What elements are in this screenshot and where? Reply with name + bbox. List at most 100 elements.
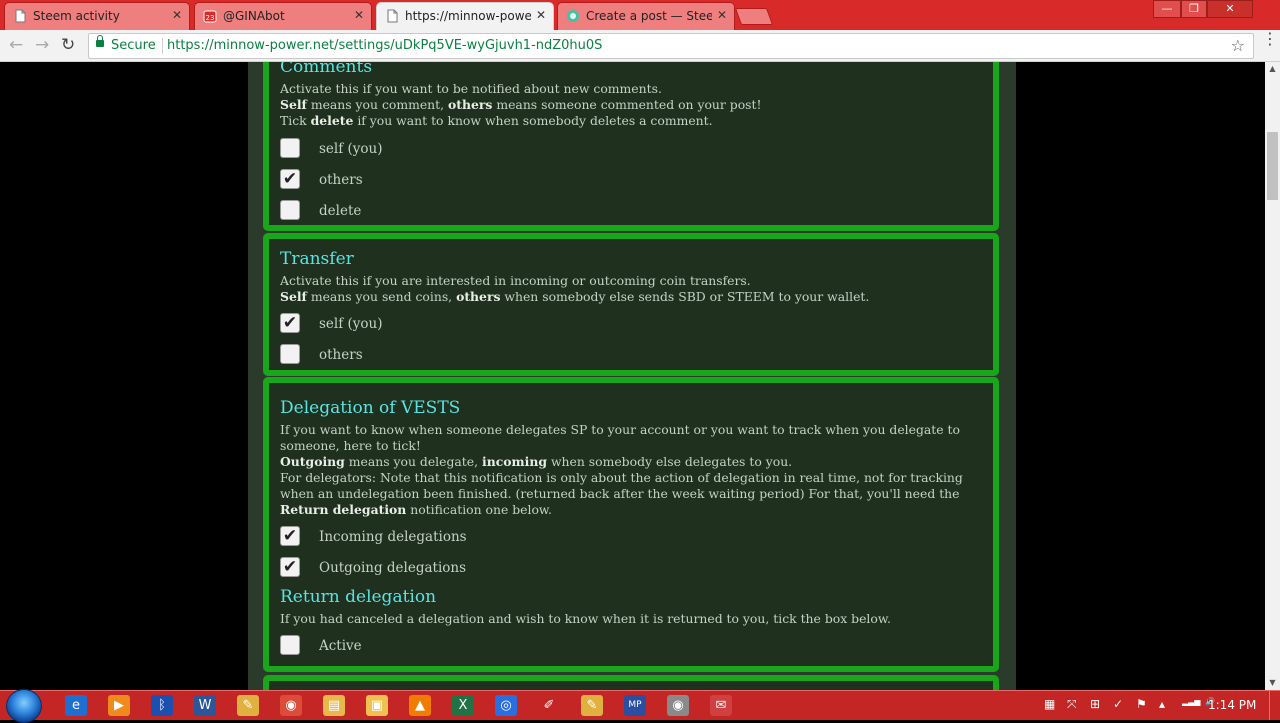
system-clock[interactable]: 1:14 PM: [1208, 698, 1256, 712]
transfer-self-checkbox[interactable]: ✔: [280, 313, 300, 333]
close-tab-icon[interactable]: ✕: [354, 8, 364, 22]
svg-text:23: 23: [206, 14, 215, 22]
network-signal-icon[interactable]: ▂▃▅: [1182, 697, 1200, 706]
transfer-others-label: others: [319, 347, 363, 363]
transfer-title: Transfer: [280, 249, 354, 269]
delegation-title: Delegation of VESTS: [280, 398, 461, 418]
tab-title: https://minnow-power.n: [405, 9, 531, 23]
mp-icon[interactable]: MP: [624, 695, 646, 716]
tab-strip: Steem activity ✕ 23 @GINAbot ✕ https://m…: [0, 0, 1280, 30]
minimize-button[interactable]: —: [1153, 0, 1181, 18]
back-arrow-icon[interactable]: ←: [9, 36, 23, 54]
comments-delete-label: delete: [319, 203, 362, 219]
tab-create-post-steemit[interactable]: Create a post — Steemit ✕: [557, 2, 735, 30]
comments-delete-checkbox[interactable]: [280, 200, 300, 220]
incoming-delegations-checkbox[interactable]: ✔: [280, 526, 300, 546]
address-bar[interactable]: Secure https://minnow-power.net/settings…: [88, 33, 1254, 59]
comments-card: Comments Activate this if you want to be…: [263, 62, 999, 231]
return-delegation-title: Return delegation: [280, 587, 437, 607]
transfer-card: Transfer Activate this if you are intere…: [263, 233, 999, 376]
menu-dots-icon[interactable]: ⋮: [1262, 31, 1278, 47]
tab-title: @GINAbot: [223, 9, 285, 23]
check-icon: ✔: [282, 313, 298, 333]
word-icon[interactable]: W: [194, 695, 216, 716]
maximize-button[interactable]: ❐: [1181, 0, 1207, 18]
forward-arrow-icon[interactable]: →: [35, 36, 49, 54]
incoming-delegations-label: Incoming delegations: [319, 529, 467, 545]
new-tab-button[interactable]: [734, 8, 774, 25]
comments-others-label: others: [319, 172, 363, 188]
comments-line2: Self means you comment, others means som…: [280, 97, 762, 112]
scroll-down-arrow-icon[interactable]: ▼: [1265, 676, 1280, 690]
paint-icon[interactable]: ✎: [237, 695, 259, 716]
next-settings-card: [263, 675, 999, 690]
comments-others-checkbox[interactable]: ✔: [280, 169, 300, 189]
return-delegation-active-checkbox[interactable]: [280, 635, 300, 655]
delegation-line3: For delegators: Note that this notificat…: [280, 470, 963, 517]
browser-toolbar: ← → ↻ Secure https://minnow-power.net/se…: [0, 30, 1280, 62]
transfer-description: Activate this if you are interested in i…: [280, 273, 979, 305]
comments-self-label: self (you): [319, 141, 383, 157]
scrollbar-thumb[interactable]: [1267, 132, 1278, 200]
folder-icon[interactable]: ▣: [366, 695, 388, 716]
reload-icon[interactable]: ↻: [61, 36, 75, 54]
close-tab-icon[interactable]: ✕: [717, 8, 727, 22]
url-text[interactable]: https://minnow-power.net/settings/uDkPq5…: [167, 38, 602, 53]
tab-minnow-power[interactable]: https://minnow-power.n ✕: [376, 2, 554, 30]
close-tab-icon[interactable]: ✕: [536, 8, 546, 22]
delegation-description: If you want to know when someone delegat…: [280, 422, 979, 518]
show-hidden-icon[interactable]: ▴: [1159, 697, 1165, 711]
chrome-icon[interactable]: ◉: [280, 695, 302, 716]
show-desktop-button[interactable]: [1269, 691, 1280, 720]
address-separator: [162, 38, 163, 54]
transfer-line2: Self means you send coins, others when s…: [280, 289, 870, 304]
check-icon[interactable]: ✓: [1113, 697, 1123, 711]
close-window-button[interactable]: ✕: [1207, 0, 1253, 18]
arrow-icon[interactable]: ⤧: [1067, 697, 1077, 712]
transfer-self-label: self (you): [319, 316, 383, 332]
comments-line1: Activate this if you want to be notified…: [280, 81, 662, 96]
check-icon: ✔: [282, 557, 298, 577]
tab-steem-activity[interactable]: Steem activity ✕: [4, 2, 190, 30]
return-delegation-description: If you had canceled a delegation and wis…: [280, 611, 891, 626]
start-button[interactable]: [6, 689, 42, 723]
internet-explorer-icon[interactable]: e: [65, 695, 87, 716]
windows-update-icon[interactable]: ⊞: [1090, 697, 1100, 711]
pen-icon[interactable]: ✐: [538, 695, 560, 716]
comments-title: Comments: [280, 62, 373, 77]
return-delegation-active-label: Active: [319, 638, 362, 654]
scroll-up-arrow-icon[interactable]: ▲: [1265, 62, 1280, 76]
delegation-card: Delegation of VESTS If you want to know …: [263, 377, 999, 672]
action-center-icon[interactable]: ▦: [1044, 697, 1055, 711]
image-viewer-icon[interactable]: ✉: [710, 695, 732, 716]
excel-icon[interactable]: X: [452, 695, 474, 716]
bookmark-star-icon[interactable]: ☆: [1231, 36, 1245, 55]
steemit-icon: [566, 9, 580, 23]
page-scrollbar[interactable]: ▲ ▼: [1265, 62, 1280, 690]
flag-icon[interactable]: ⚑: [1136, 697, 1147, 711]
file-explorer-icon[interactable]: ▤: [323, 695, 345, 716]
document-icon: [13, 9, 27, 23]
vlc-icon[interactable]: ▲: [409, 695, 431, 716]
tab-title: Steem activity: [33, 9, 120, 23]
delegation-line2: Outgoing means you delegate, incoming wh…: [280, 454, 793, 469]
calendar-icon: 23: [203, 9, 217, 23]
outgoing-delegations-label: Outgoing delegations: [319, 560, 467, 576]
check-icon: ✔: [282, 169, 298, 189]
page-viewport: Comments Activate this if you want to be…: [0, 62, 1265, 690]
secure-label: Secure: [111, 38, 156, 53]
firefox-icon[interactable]: ◎: [495, 695, 517, 716]
lock-icon: [96, 35, 104, 47]
media-player-icon[interactable]: ▶: [108, 695, 130, 716]
chrome-window-icon[interactable]: ◉: [667, 695, 689, 716]
outgoing-delegations-checkbox[interactable]: ✔: [280, 557, 300, 577]
bluetooth-icon[interactable]: ᛒ: [151, 695, 173, 716]
paint-brush-icon[interactable]: ✎: [581, 695, 603, 716]
windows-taskbar: e ▶ ᛒ W ✎ ◉ ▤ ▣ ▲ X ◎ ✐ ✎ MP ◉ ✉ ▦ ⤧ ⊞ ✓ ⚑ ▴ ▂▃▅ 🔊 1:14 PM: [0, 689, 1280, 723]
document-icon: [385, 9, 399, 23]
transfer-others-checkbox[interactable]: [280, 344, 300, 364]
tab-title: Create a post — Steemit: [586, 9, 712, 23]
comments-self-checkbox[interactable]: [280, 138, 300, 158]
close-tab-icon[interactable]: ✕: [172, 8, 182, 22]
tab-ginabot[interactable]: 23 @GINAbot ✕: [194, 2, 372, 30]
